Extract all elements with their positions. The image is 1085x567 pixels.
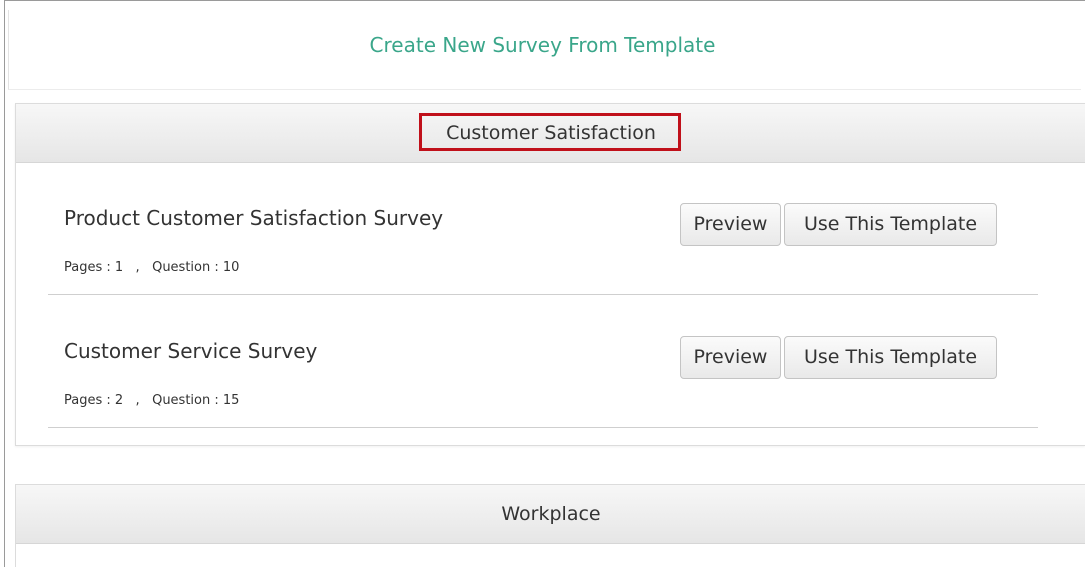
category-header-customer-satisfaction[interactable]: Customer Satisfaction	[16, 104, 1085, 163]
preview-button[interactable]: Preview	[680, 336, 781, 379]
template-item: Customer Service Survey Pages : 2 , Ques…	[48, 295, 1038, 428]
category-panel-workplace: Workplace	[15, 484, 1085, 567]
page-title: Create New Survey From Template	[369, 33, 716, 57]
template-meta: Pages : 1 , Question : 10	[64, 260, 240, 275]
use-template-button[interactable]: Use This Template	[784, 203, 997, 246]
highlight-box	[419, 113, 681, 151]
template-item: Product Customer Satisfaction Survey Pag…	[48, 162, 1038, 295]
use-template-button[interactable]: Use This Template	[784, 336, 997, 379]
template-meta: Pages : 2 , Question : 15	[64, 393, 240, 408]
preview-button[interactable]: Preview	[680, 203, 781, 246]
category-panel-customer-satisfaction: Customer Satisfaction Product Customer S…	[15, 103, 1085, 446]
category-header-workplace[interactable]: Workplace	[16, 485, 1085, 544]
category-title: Workplace	[501, 503, 601, 525]
template-name: Product Customer Satisfaction Survey	[64, 206, 444, 230]
template-name: Customer Service Survey	[64, 339, 318, 363]
